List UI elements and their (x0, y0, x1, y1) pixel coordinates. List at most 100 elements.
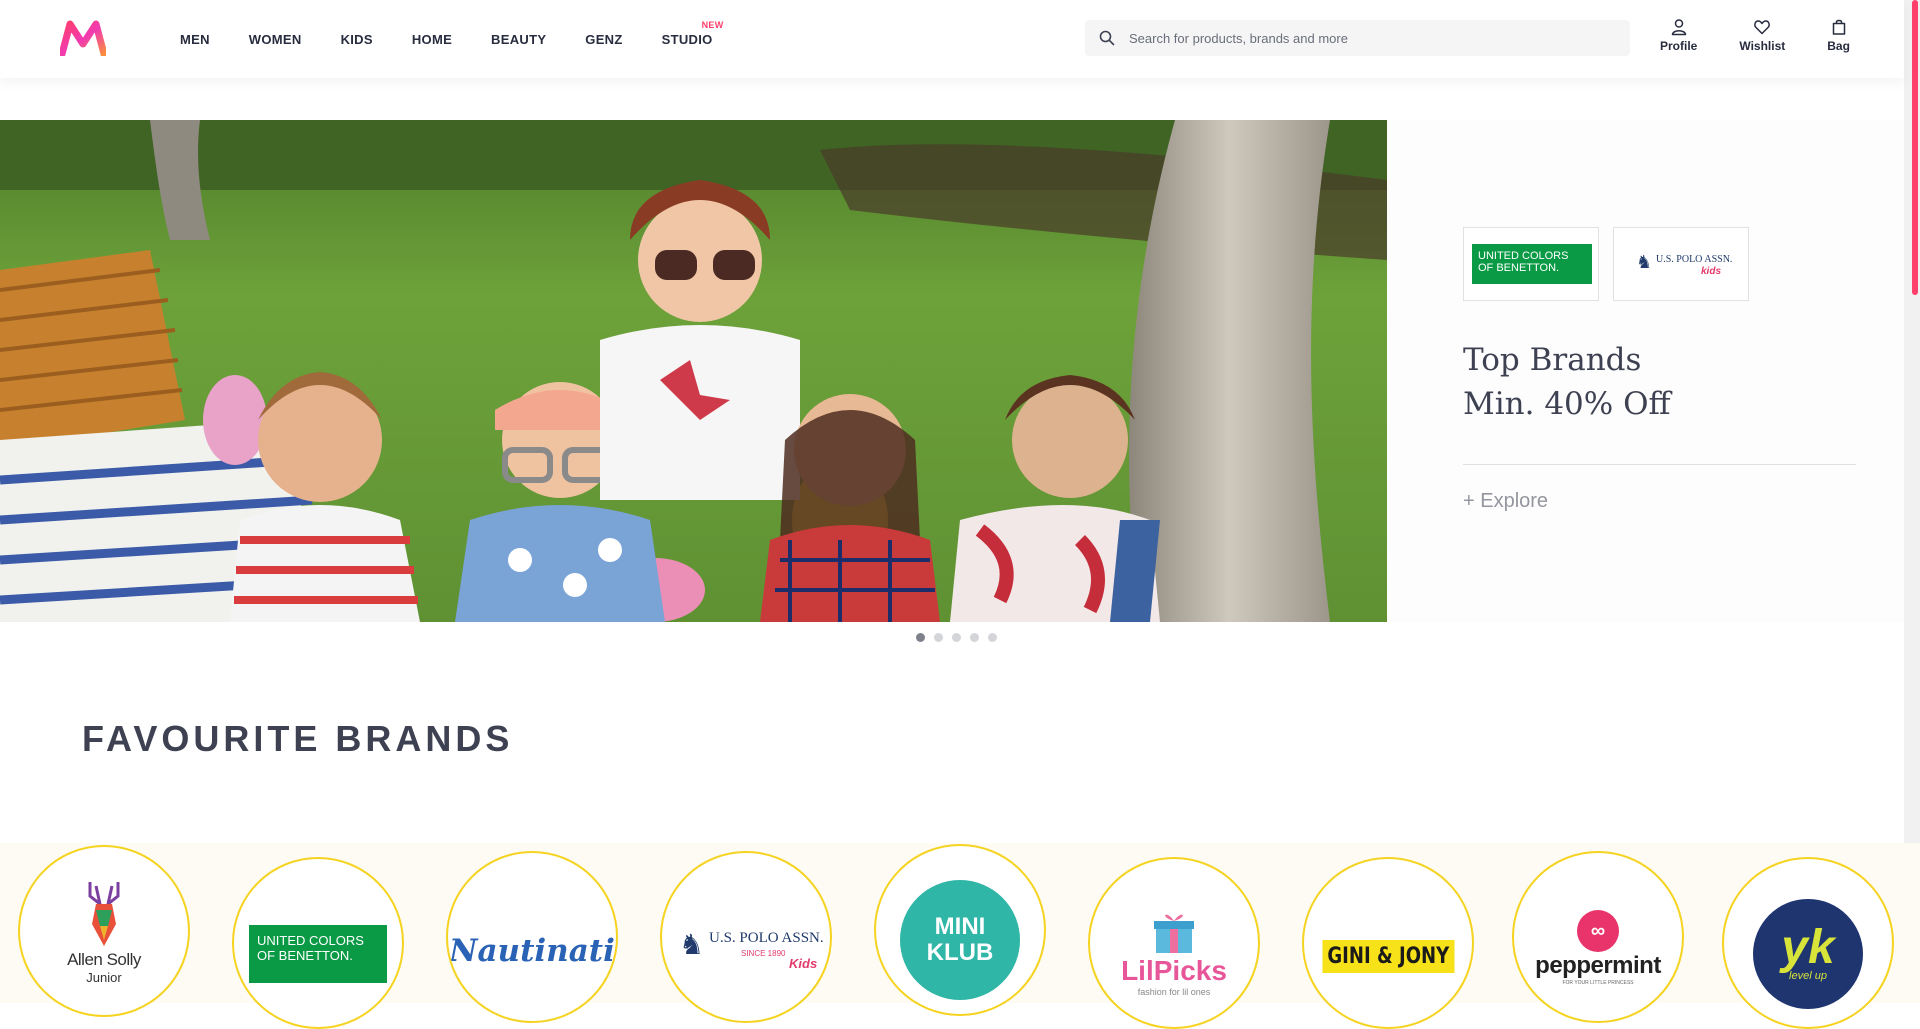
polo-horse-icon: ♞ (1636, 252, 1653, 272)
nav-studio-label: STUDIO (661, 31, 713, 47)
brand-logo: ♞ U.S. POLO ASSN. SINCE 1890 Kids (662, 853, 830, 1003)
profile-label: Profile (1660, 39, 1698, 53)
wishlist-label: Wishlist (1739, 39, 1786, 53)
nav-studio[interactable]: STUDIO NEW (661, 0, 724, 78)
nav-men[interactable]: MEN (180, 0, 210, 78)
myntra-logo[interactable] (58, 20, 108, 58)
section-title: FAVOURITE BRANDS (82, 718, 514, 759)
brand-circle: UNITED COLORS OF BENETTON. (232, 857, 404, 1029)
brand-tile-lilpicks[interactable]: LilPicks fashion for lil ones (1070, 843, 1284, 1029)
peppermint-mark-icon: ∞ (1577, 910, 1619, 952)
brand-circle: ∞ peppermint FOR YOUR LITTLE PRINCESS (1512, 851, 1684, 1023)
nautinati-logo: Nautinati (449, 932, 615, 969)
brand-logo: Allen Solly Junior (20, 847, 188, 997)
brand-logo: UNITED COLORS OF BENETTON. (234, 859, 402, 1009)
brand-circle: MINI KLUB (874, 844, 1046, 1016)
nav-genz-label: GENZ (585, 31, 623, 47)
carousel-dots (916, 633, 1006, 642)
uspolo-logo: ♞ U.S. POLO ASSN. SINCE 1890 Kids (671, 926, 824, 976)
top-header: MEN WOMEN KIDS HOME BEAUTY GENZ STUDIO NE… (0, 0, 1904, 78)
gini-jony-logo: GINI & JONY (1322, 940, 1454, 973)
bag-button[interactable]: Bag (1827, 18, 1850, 53)
promo-title-line1: Top Brands (1463, 342, 1642, 378)
uspolo-label: U.S. POLO ASSN. (709, 929, 824, 946)
brand-logo: Nautinati (448, 853, 616, 1003)
nav-kids[interactable]: KIDS (341, 0, 373, 78)
brand-circle: GINI & JONY (1302, 857, 1474, 1029)
uspolo-brand-box[interactable]: ♞ U.S. POLO ASSN. kids (1613, 227, 1749, 301)
polo-horse-icon: ♞ (679, 928, 705, 960)
user-icon (1671, 19, 1686, 36)
yk-label: yk (1781, 921, 1835, 974)
brand-logo: GINI & JONY (1304, 859, 1472, 1009)
wishlist-button[interactable]: Wishlist (1739, 18, 1785, 53)
brand-tile-nautinati[interactable]: Nautinati (428, 843, 642, 1023)
lilpicks-label: LilPicks (1121, 955, 1227, 986)
uspolo-since-label: SINCE 1890 (741, 948, 786, 958)
uspolo-label: U.S. POLO ASSN. (1656, 254, 1733, 265)
promo-title: Top Brands Min. 40% Off (1463, 338, 1671, 426)
brand-logo: LilPicks fashion for lil ones (1090, 859, 1258, 1009)
peppermint-label: peppermint (1535, 952, 1661, 979)
profile-button[interactable]: Profile (1660, 18, 1697, 53)
kids-picnic-photo (0, 120, 1387, 622)
hero-banner-promo: UNITED COLORS OF BENETTON. ♞ U.S. POLO A… (1387, 120, 1904, 622)
brand-logo: ∞ peppermint FOR YOUR LITTLE PRINCESS (1514, 853, 1682, 1003)
hero-banner-image[interactable] (0, 120, 1387, 622)
nav-beauty-label: BEAUTY (491, 31, 547, 47)
nav-women[interactable]: WOMEN (249, 0, 302, 78)
brand-tile-allen-solly[interactable]: Allen Solly Junior (0, 843, 214, 1017)
stag-icon (88, 881, 120, 946)
uspolo-logo: ♞ U.S. POLO ASSN. kids (1636, 250, 1736, 280)
nav-home-label: HOME (411, 31, 453, 47)
nav-beauty[interactable]: BEAUTY (491, 0, 546, 78)
brand-name: Allen Solly (67, 949, 141, 969)
nav-home[interactable]: HOME (412, 0, 452, 78)
carousel-dot-2[interactable] (934, 633, 943, 642)
yk-tagline: level up (1789, 970, 1827, 982)
benetton-brand-box[interactable]: UNITED COLORS OF BENETTON. (1463, 227, 1599, 301)
brand-circle: Nautinati (446, 851, 618, 1023)
uspolo-kids-label: kids (1701, 266, 1722, 277)
brand-circle: LilPicks fashion for lil ones (1088, 857, 1260, 1029)
nav-men-label: MEN (180, 31, 210, 47)
uspolo-kids-label: Kids (789, 955, 818, 971)
search-input[interactable] (1127, 29, 1611, 47)
bag-label: Bag (1827, 39, 1850, 53)
search-bar[interactable] (1085, 20, 1630, 56)
mini-klub-logo: MINI KLUB (900, 880, 1020, 1000)
brand-circle: Allen Solly Junior (18, 845, 190, 1017)
bag-icon (1832, 19, 1845, 35)
nav-kids-label: KIDS (340, 31, 373, 47)
carousel-dot-4[interactable] (970, 633, 979, 642)
brand-tile-gini-jony[interactable]: GINI & JONY (1284, 843, 1498, 1029)
heart-icon (1754, 20, 1771, 35)
brand-sub: Junior (86, 969, 122, 985)
carousel-dot-5[interactable] (988, 633, 997, 642)
peppermint-tagline: FOR YOUR LITTLE PRINCESS (1562, 980, 1634, 986)
brand-tile-benetton[interactable]: UNITED COLORS OF BENETTON. (214, 843, 428, 1029)
main-nav: MEN WOMEN KIDS HOME BEAUTY GENZ STUDIO NE… (180, 0, 752, 78)
brand-tile-mini-klub[interactable]: MINI KLUB (856, 843, 1070, 1016)
brand-logo: yk level up (1724, 859, 1892, 1009)
header-actions: Profile Wishlist Bag (1640, 18, 1850, 53)
benetton-logo: UNITED COLORS OF BENETTON. (249, 925, 387, 983)
search-icon (1099, 30, 1115, 46)
carousel-dot-1[interactable] (916, 633, 925, 642)
scrollbar-thumb[interactable] (1912, 0, 1918, 295)
brand-circle: ♞ U.S. POLO ASSN. SINCE 1890 Kids (660, 851, 832, 1023)
carousel-dot-3[interactable] (952, 633, 961, 642)
brand-tile-us-polo[interactable]: ♞ U.S. POLO ASSN. SINCE 1890 Kids (642, 843, 856, 1023)
brand-tile-peppermint[interactable]: ∞ peppermint FOR YOUR LITTLE PRINCESS (1498, 843, 1712, 1023)
nav-women-label: WOMEN (248, 31, 302, 47)
gift-icon (1154, 914, 1194, 953)
explore-link[interactable]: + Explore (1463, 490, 1548, 513)
brand-tile-yk[interactable]: yk level up (1712, 843, 1920, 1029)
nav-genz[interactable]: GENZ (585, 0, 622, 78)
divider (1463, 464, 1856, 465)
promo-title-line2: Min. 40% Off (1463, 386, 1671, 422)
new-badge: NEW (701, 20, 724, 30)
benetton-logo: UNITED COLORS OF BENETTON. (1472, 244, 1592, 284)
mini-klub-label: MINI KLUB (926, 913, 994, 966)
brand-circle: yk level up (1722, 857, 1894, 1029)
